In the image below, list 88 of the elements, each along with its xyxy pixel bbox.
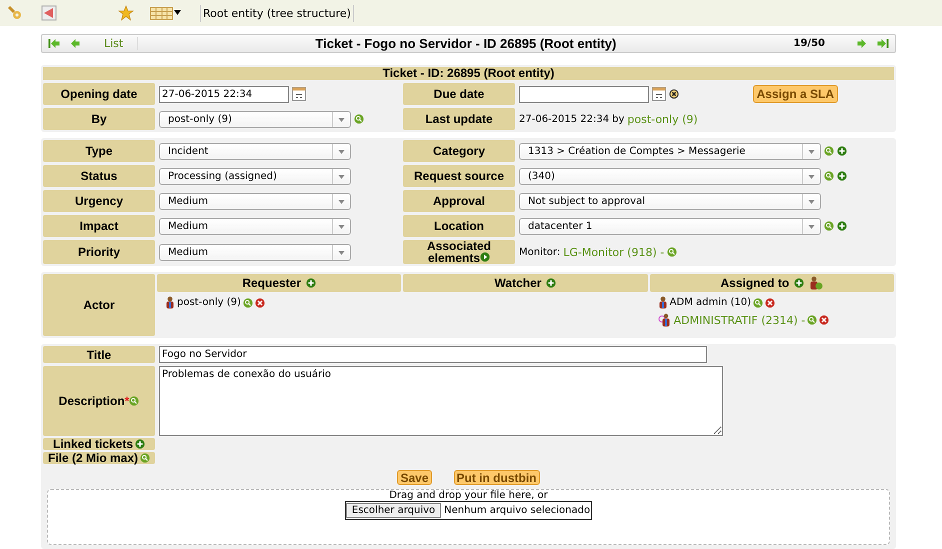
date-field[interactable]: 27-06-2015 22:34 [159,86,289,102]
add-icon[interactable] [546,278,556,288]
clear-icon[interactable] [669,89,679,99]
dropdown-select[interactable]: Medium [159,244,351,260]
field-value: 27-06-2015 22:34 [519,114,610,124]
field-label: By [43,108,155,130]
field-label: Impact [43,215,155,237]
item-type: Monitor: [519,246,560,258]
person-add-icon[interactable] [809,276,824,290]
last-icon[interactable] [877,38,889,49]
play-icon[interactable] [480,252,490,262]
page-title: Ticket - Fogo no Servidor - ID 26895 (Root entity) [314,36,618,51]
search-icon[interactable] [753,298,764,308]
next-icon[interactable] [857,38,869,49]
field-label: Priority [43,240,155,264]
add-icon[interactable] [837,221,847,231]
column-title: Requester [242,276,301,290]
dropdown-select[interactable]: Medium [159,218,351,234]
field-label: Linked tickets [52,437,134,451]
field-label: Title [43,346,155,363]
field-label: Associated elements [426,240,492,264]
field-label: Status [43,165,155,187]
action-button[interactable]: Save [397,470,432,485]
add-icon[interactable] [306,278,316,288]
star-icon[interactable] [118,5,134,21]
field-label: Last update [403,108,515,130]
page-counter: 19/50 [794,38,826,49]
description-label: Description* [58,395,130,407]
drop-text: Drag and drop your file here, or [389,490,548,501]
field-label: Approval [403,190,515,212]
search-icon[interactable] [129,396,140,406]
calendar-icon[interactable] [652,87,666,101]
field-label: Request source [403,165,515,187]
field-label: Urgency [43,190,155,212]
action-button[interactable]: Put in dustbin [454,470,540,485]
search-icon[interactable] [807,315,818,325]
search-icon[interactable] [242,298,253,308]
table-dropdown-icon[interactable] [150,5,182,21]
field-label: Type [43,140,155,162]
dropdown-select[interactable]: datacenter 1 [519,218,821,234]
delete-icon[interactable] [254,298,265,308]
search-icon[interactable] [140,453,150,463]
field-label: Category [403,140,515,162]
assign-sla-button[interactable]: Assign a SLA [752,85,838,103]
add-icon[interactable] [794,278,804,288]
search-icon[interactable] [667,247,678,257]
field-label: Location [403,215,515,237]
field-label: File (2 Mio max) [48,451,138,465]
delete-icon[interactable] [765,298,776,308]
field-label: Actor [43,274,155,336]
dropdown-select[interactable]: Medium [159,192,351,210]
search-icon[interactable] [824,221,834,231]
wrench-icon[interactable] [7,5,23,21]
dropdown-select[interactable]: 1313 > Création de Comptes > Messagerie [519,142,821,160]
field-label: Opening date [43,83,155,105]
search-icon[interactable] [824,171,834,181]
first-icon[interactable] [48,38,60,49]
user-select[interactable]: post-only (9) [159,110,351,128]
add-icon[interactable] [135,439,146,449]
add-icon[interactable] [837,146,847,156]
drop-zone[interactable]: Drag and drop your file here, or Escolher arquivo Nenhum arquivo selecionado [47,489,890,545]
delete-icon[interactable] [819,315,830,325]
calendar-icon[interactable] [292,87,306,101]
breadcrumb: Root entity (tree structure) [200,4,354,22]
file-status: Nenhum arquivo selecionado [444,505,590,516]
list-link[interactable]: List [84,37,138,50]
actor-name: ADM admin (10) [670,297,752,308]
by-text: by [612,114,624,124]
person-icon [165,296,175,309]
column-title: Assigned to [720,276,790,290]
column-title: Watcher [494,276,542,290]
dropdown-select[interactable]: Processing (assigned) [159,168,351,184]
actor-name: post-only (9) [177,297,241,308]
dropdown-select[interactable]: Not subject to approval [519,192,821,210]
person-icon [658,296,668,309]
back-icon[interactable] [41,5,57,21]
field-label: Due date [403,83,515,105]
choose-file-button[interactable]: Escolher arquivo [346,503,442,518]
title-field[interactable]: Fogo no Servidor [159,346,707,363]
dropdown-select[interactable]: Incident [159,142,351,160]
add-icon[interactable] [837,171,847,181]
dropdown-select[interactable]: (340) [519,168,821,184]
date-field[interactable] [519,86,649,102]
group-icon [658,313,672,327]
description-field[interactable]: Problemas de conexão do usuário [159,366,723,436]
section-header: Ticket - ID: 26895 (Root entity) [43,67,894,80]
search-icon[interactable] [824,146,834,156]
search-icon[interactable] [354,114,364,124]
